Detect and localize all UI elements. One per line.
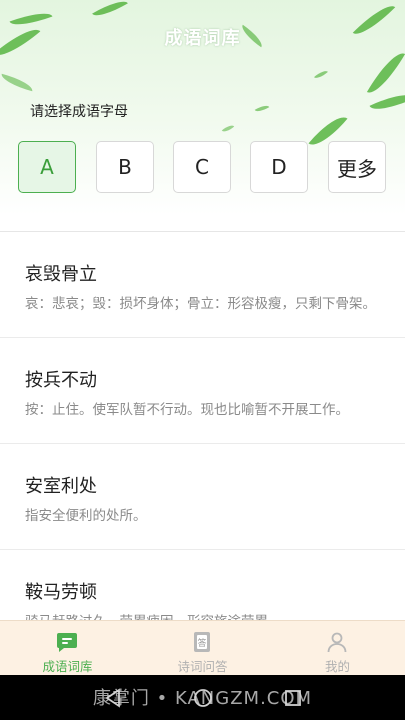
nav-label: 成语词库 — [42, 659, 93, 674]
bamboo-leaf-decoration — [254, 102, 270, 115]
letter-tab-b[interactable]: B — [96, 141, 154, 193]
nav-label: 我的 — [324, 659, 350, 674]
list-item[interactable]: 鞍马劳顿 骑马赶路过久，劳累疲困。形容旅途劳累。 — [0, 550, 405, 620]
bamboo-leaf-decoration — [366, 46, 405, 100]
bamboo-leaf-decoration — [92, 0, 128, 22]
user-profile-icon — [327, 632, 347, 653]
list-item[interactable]: 按兵不动 按：止住。使军队暂不行动。现也比喻暂不开展工作。 — [0, 338, 405, 444]
letter-tab-d[interactable]: D — [250, 141, 308, 193]
letter-tab-more[interactable]: 更多 — [328, 141, 386, 193]
bamboo-leaf-decoration — [0, 73, 35, 92]
idiom-title: 哀毁骨立 — [25, 264, 97, 285]
bottom-nav-bar: 成语词库 答 诗词问答 我的 — [0, 620, 405, 676]
bamboo-leaf-decoration — [369, 87, 405, 117]
idiom-description: 指安全便利的处所。 — [25, 508, 147, 524]
nav-label: 诗词问答 — [177, 659, 228, 674]
letter-tab-a[interactable]: A — [18, 141, 76, 193]
idiom-title: 安室利处 — [25, 476, 97, 497]
nav-tab-idiom-library[interactable]: 成语词库 — [0, 621, 135, 676]
watermark: 康掌门 • KANGZM.COM — [92, 688, 313, 709]
answer-book-icon: 答 — [194, 632, 210, 652]
letter-tab-bar: A B C D 更多 — [18, 141, 388, 195]
nav-tab-poetry-qa[interactable]: 答 诗词问答 — [135, 621, 270, 676]
idiom-title: 按兵不动 — [25, 370, 97, 391]
list-item[interactable]: 哀毁骨立 哀：悲哀；毁：损坏身体；骨立：形容极瘦，只剩下骨架。 — [0, 232, 405, 338]
idiom-title: 鞍马劳顿 — [25, 582, 97, 603]
list-item[interactable]: 安室利处 指安全便利的处所。 — [0, 444, 405, 550]
choose-letter-label: 请选择成语字母 — [30, 104, 128, 120]
idiom-description: 骑马赶路过久，劳累疲困。形容旅途劳累。 — [25, 610, 380, 620]
idiom-description: 按：止住。使军队暂不行动。现也比喻暂不开展工作。 — [25, 402, 349, 418]
chat-bubble-icon — [57, 633, 77, 652]
svg-text:答: 答 — [197, 637, 206, 649]
idiom-list: 哀毁骨立 哀：悲哀；毁：损坏身体；骨立：形容极瘦，只剩下骨架。 按兵不动 按：止… — [0, 232, 405, 620]
letter-tab-c[interactable]: C — [173, 141, 231, 193]
page-title: 成语词库 — [164, 28, 241, 49]
bamboo-leaf-decoration — [221, 122, 235, 135]
idiom-description: 哀：悲哀；毁：损坏身体；骨立：形容极瘦，只剩下骨架。 — [25, 296, 376, 312]
nav-tab-profile[interactable]: 我的 — [270, 621, 405, 676]
bamboo-leaf-decoration — [314, 68, 328, 81]
